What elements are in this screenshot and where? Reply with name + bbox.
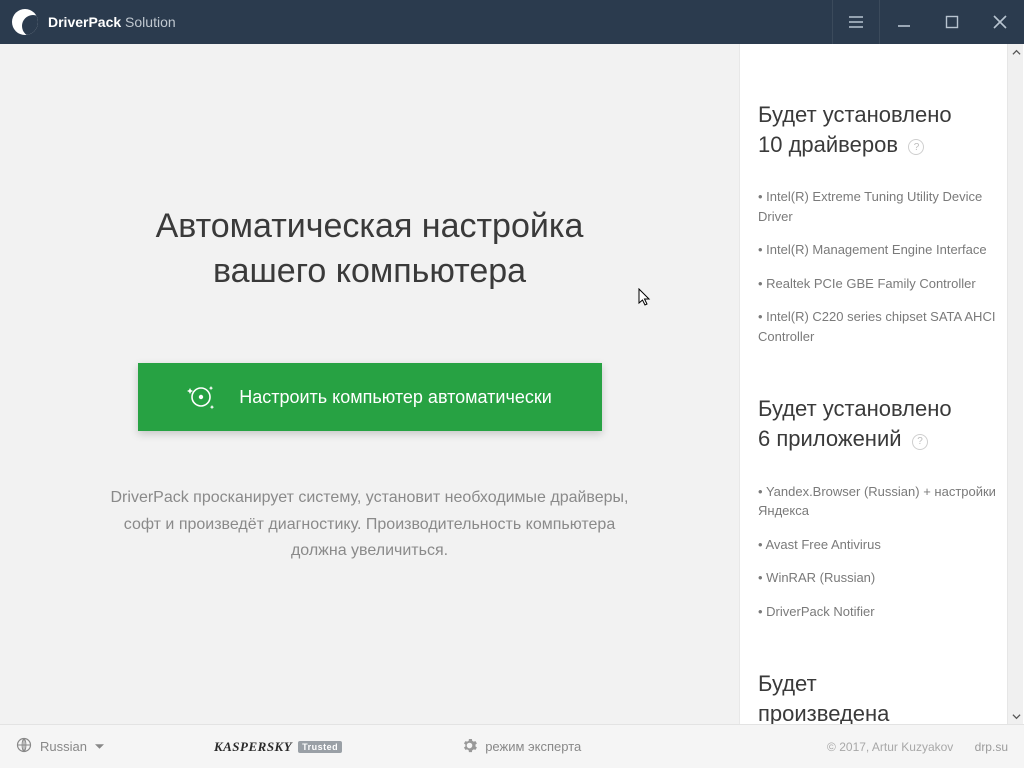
auto-configure-button[interactable]: Настроить компьютер автоматически — [138, 363, 602, 431]
drivers-list: Intel(R) Extreme Tuning Utility Device D… — [758, 187, 1006, 346]
help-icon[interactable]: ? — [912, 434, 928, 450]
list-item: DriverPack Notifier — [758, 602, 1006, 622]
drivers-section: Будет установлено 10 драйверов ? Intel(R… — [758, 100, 1006, 346]
vertical-scrollbar[interactable] — [1007, 44, 1023, 724]
titlebar: DriverPack Solution — [0, 0, 1024, 44]
expert-label: режим эксперта — [485, 739, 581, 754]
cta-label: Настроить компьютер автоматически — [239, 387, 552, 408]
chevron-down-icon — [95, 744, 104, 750]
hero-panel: Автоматическая настройка вашего компьюте… — [0, 44, 739, 724]
list-item: Avast Free Antivirus — [758, 535, 1006, 555]
hero-description: DriverPack просканирует систему, установ… — [110, 485, 630, 564]
main-area: Автоматическая настройка вашего компьюте… — [0, 44, 1024, 724]
help-icon[interactable]: ? — [908, 139, 924, 155]
app-title: DriverPack Solution — [48, 14, 176, 30]
apps-list: Yandex.Browser (Russian) + настройки Янд… — [758, 482, 1006, 622]
chevron-up-icon — [1012, 48, 1021, 57]
minimize-icon — [897, 15, 911, 29]
copyright-text: © 2017, Artur Kuzyakov — [827, 740, 953, 754]
section-title-apps: Будет установлено 6 приложений ? — [758, 394, 1006, 453]
hero-title-line2: вашего компьютера — [156, 249, 584, 295]
minimize-button[interactable] — [880, 0, 928, 44]
section-title-drivers: Будет установлено 10 драйверов ? — [758, 100, 1006, 159]
drivers-title-l1: Будет установлено — [758, 102, 952, 127]
kaspersky-label: KASPERSKY — [214, 739, 292, 755]
list-item: Intel(R) C220 series chipset SATA AHCI C… — [758, 307, 1006, 346]
sidebar-panel: Будет установлено 10 драйверов ? Intel(R… — [739, 44, 1024, 724]
maximize-button[interactable] — [928, 0, 976, 44]
kaspersky-badge: KASPERSKY Trusted — [214, 739, 342, 755]
scroll-down-button[interactable] — [1008, 708, 1024, 724]
apps-section: Будет установлено 6 приложений ? Yandex.… — [758, 394, 1006, 621]
globe-icon — [16, 737, 32, 756]
hero-title-line1: Автоматическая настройка — [156, 204, 584, 250]
app-logo-icon — [12, 9, 38, 35]
app-title-light: Solution — [121, 14, 175, 30]
copyright: © 2017, Artur Kuzyakov drp.su — [827, 740, 1008, 754]
menu-button[interactable] — [832, 0, 880, 44]
expert-mode-link[interactable]: режим эксперта — [462, 738, 581, 756]
apps-title-l2: 6 приложений — [758, 426, 902, 451]
scroll-up-button[interactable] — [1008, 44, 1024, 60]
footer: Russian KASPERSKY Trusted режим эксперта… — [0, 724, 1024, 768]
list-item: Intel(R) Extreme Tuning Utility Device D… — [758, 187, 1006, 226]
list-item: Intel(R) Management Engine Interface — [758, 240, 1006, 260]
gear-icon — [462, 738, 477, 756]
list-item: WinRAR (Russian) — [758, 568, 1006, 588]
sparkle-disc-icon — [187, 383, 215, 411]
diag-title-l2: произведена — [758, 701, 889, 724]
trusted-badge: Trusted — [298, 741, 342, 753]
list-item: Yandex.Browser (Russian) + настройки Янд… — [758, 482, 1006, 521]
close-button[interactable] — [976, 0, 1024, 44]
chevron-down-icon — [1012, 712, 1021, 721]
close-icon — [993, 15, 1007, 29]
language-selector[interactable]: Russian — [16, 737, 104, 756]
section-title-diag: Будет произведена — [758, 669, 1006, 724]
maximize-icon — [945, 15, 959, 29]
list-item: Realtek PCIe GBE Family Controller — [758, 274, 1006, 294]
language-label: Russian — [40, 739, 87, 754]
diag-section: Будет произведена — [758, 669, 1006, 724]
hero-title: Автоматическая настройка вашего компьюте… — [156, 204, 584, 296]
drivers-title-l2: 10 драйверов — [758, 132, 898, 157]
hamburger-icon — [849, 15, 863, 29]
apps-title-l1: Будет установлено — [758, 396, 952, 421]
app-title-bold: DriverPack — [48, 14, 121, 30]
site-link[interactable]: drp.su — [975, 740, 1008, 754]
diag-title-l1: Будет — [758, 671, 817, 696]
